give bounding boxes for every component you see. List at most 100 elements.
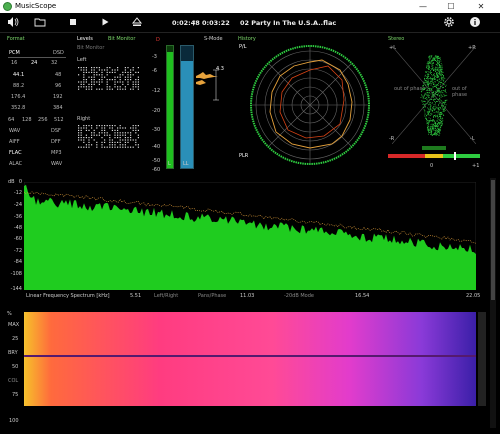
eject-icon[interactable] bbox=[130, 16, 144, 30]
spectrum-panel: dB 0 -12 -24 -36 -48 -60 -72 -84 -108 -1… bbox=[0, 178, 490, 306]
xtick-22: 22.05 bbox=[466, 293, 480, 299]
left-level-bar-track bbox=[166, 45, 174, 169]
bit-monitor-title: Bit Monitor bbox=[108, 36, 135, 42]
phase-correlation-indicator bbox=[454, 152, 456, 160]
history-panel: History P/L PLR bbox=[236, 36, 382, 172]
bit-24: 24 bbox=[31, 60, 37, 66]
spectrogram-panel: % MAX 25 BRY 50 COL 75 100 bbox=[0, 308, 490, 428]
track-name: 02 Party In The U.S.A..flac bbox=[240, 19, 336, 27]
dsd-128: 128 bbox=[22, 117, 32, 123]
ytick-72: -72 bbox=[14, 248, 22, 254]
fmt-wav: WAV bbox=[9, 128, 20, 134]
ytick-60: -60 bbox=[14, 236, 22, 242]
pans-phase-mode[interactable]: Pans/Phase bbox=[198, 293, 226, 299]
main-scrollbar[interactable] bbox=[490, 178, 496, 428]
format-title: Format bbox=[7, 36, 25, 42]
scale-40: -40 bbox=[152, 144, 160, 150]
xtick-16: 16.54 bbox=[355, 293, 369, 299]
total-time: 0:03:22 bbox=[202, 19, 230, 27]
spectrogram-image bbox=[24, 312, 476, 406]
rate-96: 96 bbox=[55, 83, 61, 89]
folder-icon[interactable] bbox=[33, 16, 47, 30]
meter-scale: -3 -6 -12 -20 -30 -40 -50 -60 bbox=[152, 44, 162, 172]
channel-l: L bbox=[168, 161, 171, 167]
close-icon[interactable]: ✕ bbox=[470, 0, 492, 13]
bit-monitor-sub: Bit Monitor bbox=[77, 45, 104, 51]
spectrum-y-axis: 0 -12 -24 -36 -48 -60 -72 -84 -108 -144 bbox=[4, 178, 22, 296]
fmt-mp3: MP3 bbox=[51, 150, 62, 156]
ytick-48: -48 bbox=[14, 225, 22, 231]
spectrum-caption: Linear Frequency Spectrum [kHz] bbox=[26, 293, 110, 299]
label-25: 25 bbox=[12, 336, 18, 342]
pct-label: % bbox=[7, 311, 12, 317]
minimize-icon[interactable]: — bbox=[412, 0, 434, 13]
d-label: D bbox=[156, 37, 160, 43]
format-panel: Format PCM DSD 16 24 32 44.1 48 88.2 96 … bbox=[5, 36, 67, 172]
rate-384: 384 bbox=[53, 105, 63, 111]
rate-44: 44.1 bbox=[13, 72, 24, 78]
left-label: Left bbox=[77, 57, 86, 63]
window-title: MusicScope bbox=[15, 2, 56, 11]
play-icon[interactable] bbox=[98, 16, 112, 30]
dsd-512: 512 bbox=[54, 117, 64, 123]
levels-title: Levels bbox=[77, 36, 93, 42]
ytick-36: -36 bbox=[14, 214, 22, 220]
rate-176: 176.4 bbox=[11, 94, 25, 100]
pl-label: P/L bbox=[239, 44, 247, 50]
rate-48: 48 bbox=[55, 72, 61, 78]
fmt-dff: DFF bbox=[51, 139, 61, 145]
rate-88: 88.2 bbox=[13, 83, 24, 89]
ytick-0: 0 bbox=[19, 179, 22, 185]
title-bar: MusicScope — ☐ ✕ bbox=[0, 0, 500, 13]
right-level-bar-track bbox=[180, 45, 194, 169]
scale-20: -20 bbox=[152, 108, 160, 114]
rate-352: 352.8 bbox=[11, 105, 25, 111]
label-75: 75 bbox=[12, 392, 18, 398]
maximize-icon[interactable]: ☐ bbox=[440, 0, 462, 13]
rate-192: 192 bbox=[53, 94, 63, 100]
stereo-panel: Stereo +L +R -R -L out of phase out of p… bbox=[386, 36, 482, 172]
xtick-5: 5.51 bbox=[130, 293, 141, 299]
left-level-bar bbox=[167, 52, 173, 168]
plr-label: PLR bbox=[239, 153, 248, 159]
label-100: 100 bbox=[9, 418, 19, 424]
bit-16: 16 bbox=[11, 60, 17, 66]
balance-meter bbox=[422, 146, 446, 150]
right-label: Right bbox=[77, 116, 90, 122]
scale-12: -12 bbox=[152, 88, 160, 94]
pcm-label: PCM bbox=[9, 50, 20, 56]
fmt-flac: FLAC bbox=[9, 150, 22, 156]
info-icon[interactable] bbox=[468, 16, 482, 30]
stop-icon[interactable] bbox=[66, 16, 80, 30]
left-bit-grid bbox=[77, 66, 141, 94]
stereo-title: Stereo bbox=[388, 36, 404, 42]
phase-plus-one: +1 bbox=[472, 163, 479, 169]
elapsed-time: 0:02:48 bbox=[172, 19, 200, 27]
left-right-mode[interactable]: Left/Right bbox=[154, 293, 178, 299]
channel-ll: LL bbox=[183, 161, 189, 167]
scale-3: -3 bbox=[152, 54, 157, 60]
levels-panel: Levels Bit Monitor Bit Monitor Left Righ… bbox=[75, 36, 145, 172]
toolbar: 0:02:48 / 0:03:22 02 Party In The U.S.A.… bbox=[0, 13, 500, 33]
s-mode-label: S-Mode bbox=[204, 36, 223, 42]
settings-gear-icon[interactable] bbox=[442, 16, 456, 30]
app-logo-icon bbox=[3, 2, 12, 11]
history-polar-plot bbox=[248, 40, 372, 170]
db-mode[interactable]: -20dB Mode bbox=[284, 293, 314, 299]
ytick-12: -12 bbox=[14, 190, 22, 196]
peak-value: 4.3 bbox=[216, 66, 224, 72]
volume-icon[interactable] bbox=[6, 16, 20, 30]
phase-correlation-meter bbox=[388, 154, 480, 158]
dsd-label: DSD bbox=[53, 50, 64, 56]
ytick-84: -84 bbox=[14, 259, 22, 265]
ytick-100: -108 bbox=[11, 271, 22, 277]
ytick-144: -144 bbox=[11, 286, 22, 292]
right-bit-grid bbox=[77, 124, 141, 152]
bit-32: 32 bbox=[51, 60, 57, 66]
right-level-bar bbox=[181, 61, 193, 168]
fmt-wav-right: WAV bbox=[51, 161, 62, 167]
ytick-24: -24 bbox=[14, 202, 22, 208]
spectrogram-scrollbar[interactable] bbox=[478, 312, 486, 406]
bry-label: BRY bbox=[8, 350, 18, 356]
main-scrollbar-thumb[interactable] bbox=[491, 180, 495, 300]
